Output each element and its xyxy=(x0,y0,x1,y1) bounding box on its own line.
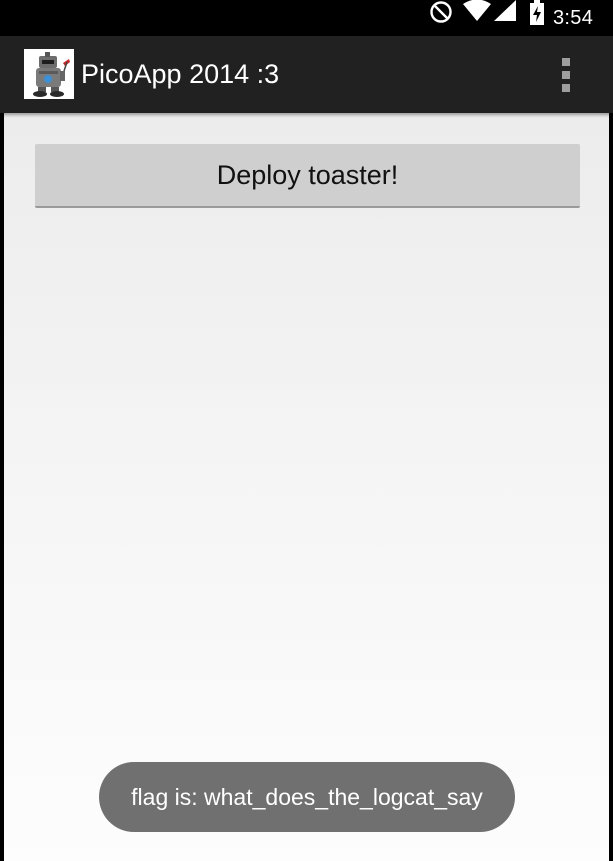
status-bar-clock: 3:54 xyxy=(553,7,594,29)
deploy-toaster-button[interactable]: Deploy toaster! xyxy=(35,144,580,208)
overflow-menu-icon[interactable] xyxy=(552,55,582,95)
toast-message: flag is: what_does_the_logcat_say xyxy=(99,762,515,832)
phone-screen: 3:54 PicoApp 2014:3 Deploy toaster! fla… xyxy=(0,0,613,861)
wifi-icon xyxy=(462,0,492,26)
main-content: Deploy toaster! xyxy=(4,113,609,861)
cell-signal-icon xyxy=(493,0,517,26)
app-logo-icon[interactable] xyxy=(24,49,74,99)
action-bar: PicoApp 2014 :3 xyxy=(0,36,613,113)
app-title: PicoApp 2014 :3 xyxy=(81,59,280,89)
battery-charging-icon xyxy=(529,0,545,30)
do-not-disturb-icon xyxy=(429,0,453,28)
status-bar: 3:54 xyxy=(0,0,613,36)
